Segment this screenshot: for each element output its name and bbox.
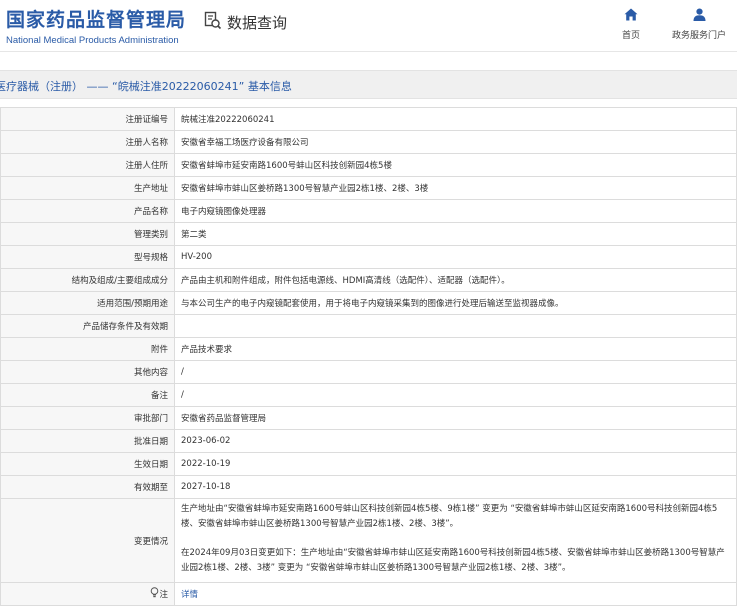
note-value: 详情 [174,582,737,606]
registration-detail-table: 注册证编号 皖械注准20222060241 注册人名称 安徽省幸福工场医疗设备有… [0,107,737,606]
field-label: 结构及组成/主要组成成分 [0,268,175,292]
lightbulb-icon [150,587,159,601]
field-value: HV-200 [174,245,737,269]
table-row: 适用范围/预期用途 与本公司生产的电子内窥镜配套使用，用于将电子内窥镜采集到的图… [0,291,737,315]
field-value: 2023-06-02 [174,429,737,453]
table-row: 批准日期 2023-06-02 [0,429,737,453]
field-label: 生产地址 [0,176,175,200]
table-row: 生效日期 2022-10-19 [0,452,737,476]
note-label-cell: 注 [0,582,175,606]
user-icon [693,6,706,25]
field-value: 安徽省药品监督管理局 [174,406,737,430]
field-label: 适用范围/预期用途 [0,291,175,315]
field-label: 有效期至 [0,475,175,499]
field-label: 注册证编号 [0,107,175,131]
field-value: 产品技术要求 [174,337,737,361]
field-label: 其他内容 [0,360,175,384]
table-row: 注册证编号 皖械注准20222060241 [0,107,737,131]
field-label: 审批部门 [0,406,175,430]
field-value: 安徽省蚌埠市蚌山区姜桥路1300号智慧产业园2栋1楼、2楼、3楼 [174,176,737,200]
nav-service-portal[interactable]: 政务服务门户 [669,6,729,41]
table-row: 结构及组成/主要组成成分 产品由主机和附件组成，附件包括电源线、HDMI高清线（… [0,268,737,292]
change-entry-2: 在2024年09月03日变更如下：生产地址由“安徽省蚌埠市蚌山区延安南路1600… [181,548,725,573]
record-title-bar: 医疗器械（注册） —— “皖械注准20222060241” 基本信息 [0,70,737,99]
field-label: 注册人名称 [0,130,175,154]
nav-home-label: 首页 [621,31,640,41]
field-value: 2022-10-19 [174,452,737,476]
note-label: 注 [159,590,168,600]
change-history-label: 变更情况 [0,498,175,583]
field-value: 产品由主机和附件组成，附件包括电源线、HDMI高清线（选配件）、适配器（选配件）… [174,268,737,292]
logo-chinese: 国家药品监督管理局 [6,9,187,31]
field-value: 安徽省幸福工场医疗设备有限公司 [174,130,737,154]
table-row: 型号规格 HV-200 [0,245,737,269]
data-query-label: 数据查询 [227,14,288,32]
field-value [174,314,737,338]
table-row: 备注 / [0,383,737,407]
site-logo[interactable]: 国家药品监督管理局 National Medical Products Admi… [6,5,186,46]
search-doc-icon [204,11,222,34]
table-row: 注册人名称 安徽省幸福工场医疗设备有限公司 [0,130,737,154]
field-label: 备注 [0,383,175,407]
field-label: 产品储存条件及有效期 [0,314,175,338]
change-history-value: 生产地址由“安徽省蚌埠市延安南路1600号蚌山区科技创新园4栋5楼、9栋1楼” … [174,498,737,583]
field-value: / [174,360,737,384]
details-link[interactable]: 详情 [181,590,198,600]
top-nav: 首页 政务服务门户 [601,6,737,41]
field-label: 型号规格 [0,245,175,269]
field-value: 与本公司生产的电子内窥镜配套使用，用于将电子内窥镜采集到的图像进行处理后输送至监… [174,291,737,315]
home-icon [624,6,638,25]
field-label: 管理类别 [0,222,175,246]
table-row: 注册人住所 安徽省蚌埠市延安南路1600号蚌山区科技创新园4栋5楼 [0,153,737,177]
field-label: 注册人住所 [0,153,175,177]
field-label: 附件 [0,337,175,361]
table-row: 生产地址 安徽省蚌埠市蚌山区姜桥路1300号智慧产业园2栋1楼、2楼、3楼 [0,176,737,200]
field-label: 批准日期 [0,429,175,453]
field-value: 第二类 [174,222,737,246]
table-row: 其他内容 / [0,360,737,384]
data-query-link[interactable]: 数据查询 [204,11,287,34]
field-value: 电子内窥镜图像处理器 [174,199,737,223]
site-header: 国家药品监督管理局 National Medical Products Admi… [0,0,737,52]
field-value: 安徽省蚌埠市延安南路1600号蚌山区科技创新园4栋5楼 [174,153,737,177]
nav-home[interactable]: 首页 [601,6,661,41]
table-row: 审批部门 安徽省药品监督管理局 [0,406,737,430]
field-label: 生效日期 [0,452,175,476]
change-entry-1: 生产地址由“安徽省蚌埠市延安南路1600号蚌山区科技创新园4栋5楼、9栋1楼” … [181,504,718,529]
logo-english: National Medical Products Administration [6,35,179,46]
table-row: 管理类别 第二类 [0,222,737,246]
note-row: 注 详情 [0,582,737,606]
field-value: 皖械注准20222060241 [174,107,737,131]
record-title: 医疗器械（注册） —— “皖械注准20222060241” 基本信息 [0,80,292,93]
table-row: 产品名称 电子内窥镜图像处理器 [0,199,737,223]
field-value: 2027-10-18 [174,475,737,499]
nav-service-portal-label: 政务服务门户 [671,31,726,41]
table-row: 有效期至 2027-10-18 [0,475,737,499]
field-value: / [174,383,737,407]
field-label: 产品名称 [0,199,175,223]
change-history-row: 变更情况 生产地址由“安徽省蚌埠市延安南路1600号蚌山区科技创新园4栋5楼、9… [0,498,737,583]
table-row: 附件 产品技术要求 [0,337,737,361]
table-row: 产品储存条件及有效期 [0,314,737,338]
